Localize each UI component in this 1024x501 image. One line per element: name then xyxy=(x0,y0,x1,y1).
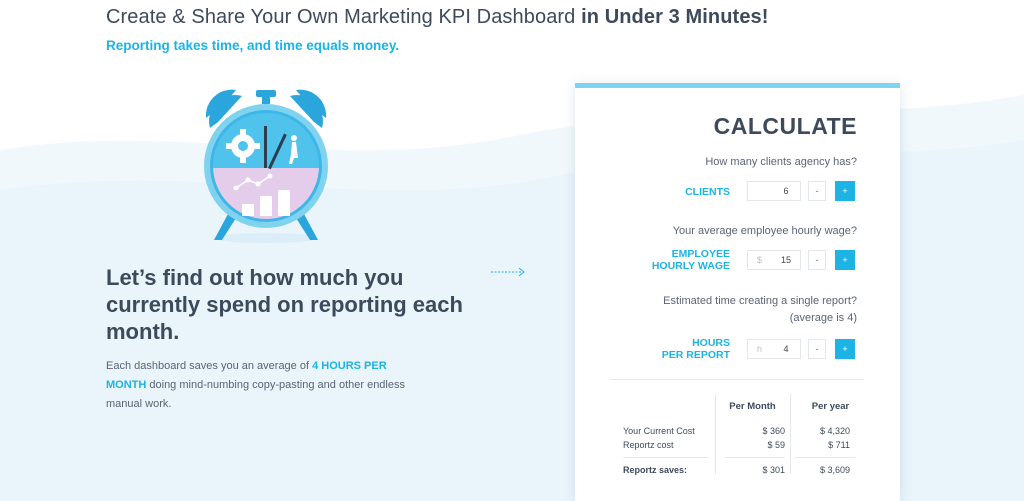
hours-input[interactable]: h4 xyxy=(747,339,801,359)
calculator-title: CALCULATE xyxy=(713,113,857,139)
row-current-cost-label: Your Current Cost xyxy=(623,426,695,436)
total-rule xyxy=(795,457,855,458)
hours-decrement-button[interactable]: - xyxy=(808,339,826,359)
row-current-cost-month: $ 360 xyxy=(762,426,785,436)
headline: Let’s find out how much you currently sp… xyxy=(106,265,463,344)
clients-decrement-button[interactable]: - xyxy=(808,181,826,201)
table-divider xyxy=(715,394,716,474)
calculator-card: CALCULATE How many clients agency has? C… xyxy=(575,83,900,501)
clients-question: How many clients agency has? xyxy=(705,156,857,168)
hours-label: HOURS PER REPORT xyxy=(661,337,730,361)
wage-input[interactable]: $15 xyxy=(747,250,801,270)
wage-question: Your average employee hourly wage? xyxy=(672,225,857,237)
row-reportz-cost-label: Reportz cost xyxy=(623,440,674,450)
row-savings-month: $ 301 xyxy=(762,465,785,475)
total-rule xyxy=(623,457,708,458)
row-savings-label: Reportz saves: xyxy=(623,465,688,475)
row-reportz-cost-month: $ 59 xyxy=(767,440,785,450)
page-header: Create & Share Your Own Marketing KPI Da… xyxy=(106,6,769,53)
col-header-month: Per Month xyxy=(729,401,776,412)
arrow-right-icon xyxy=(491,267,525,277)
hours-increment-button[interactable]: + xyxy=(835,339,855,359)
table-divider xyxy=(790,394,791,474)
wage-increment-button[interactable]: + xyxy=(835,250,855,270)
row-current-cost-year: $ 4,320 xyxy=(819,426,850,436)
total-rule xyxy=(725,457,785,458)
page-title: Create & Share Your Own Marketing KPI Da… xyxy=(106,6,769,28)
alarm-clock-illustration xyxy=(204,89,328,243)
clients-label: CLIENTS xyxy=(685,186,730,198)
description: Each dashboard saves you an average of 4… xyxy=(106,360,405,410)
row-savings-year: $ 3,609 xyxy=(819,465,850,475)
clients-input[interactable]: 6 xyxy=(747,181,801,201)
wage-label: EMPLOYEE HOURLY WAGE xyxy=(651,248,730,272)
divider xyxy=(610,379,864,380)
clients-increment-button[interactable]: + xyxy=(835,181,855,201)
page-subtitle: Reporting takes time, and time equals mo… xyxy=(106,38,400,53)
row-reportz-cost-year: $ 711 xyxy=(828,440,850,450)
wage-decrement-button[interactable]: - xyxy=(808,250,826,270)
col-header-year: Per year xyxy=(811,401,850,412)
hours-question: Estimated time creating a single report?… xyxy=(663,295,857,324)
